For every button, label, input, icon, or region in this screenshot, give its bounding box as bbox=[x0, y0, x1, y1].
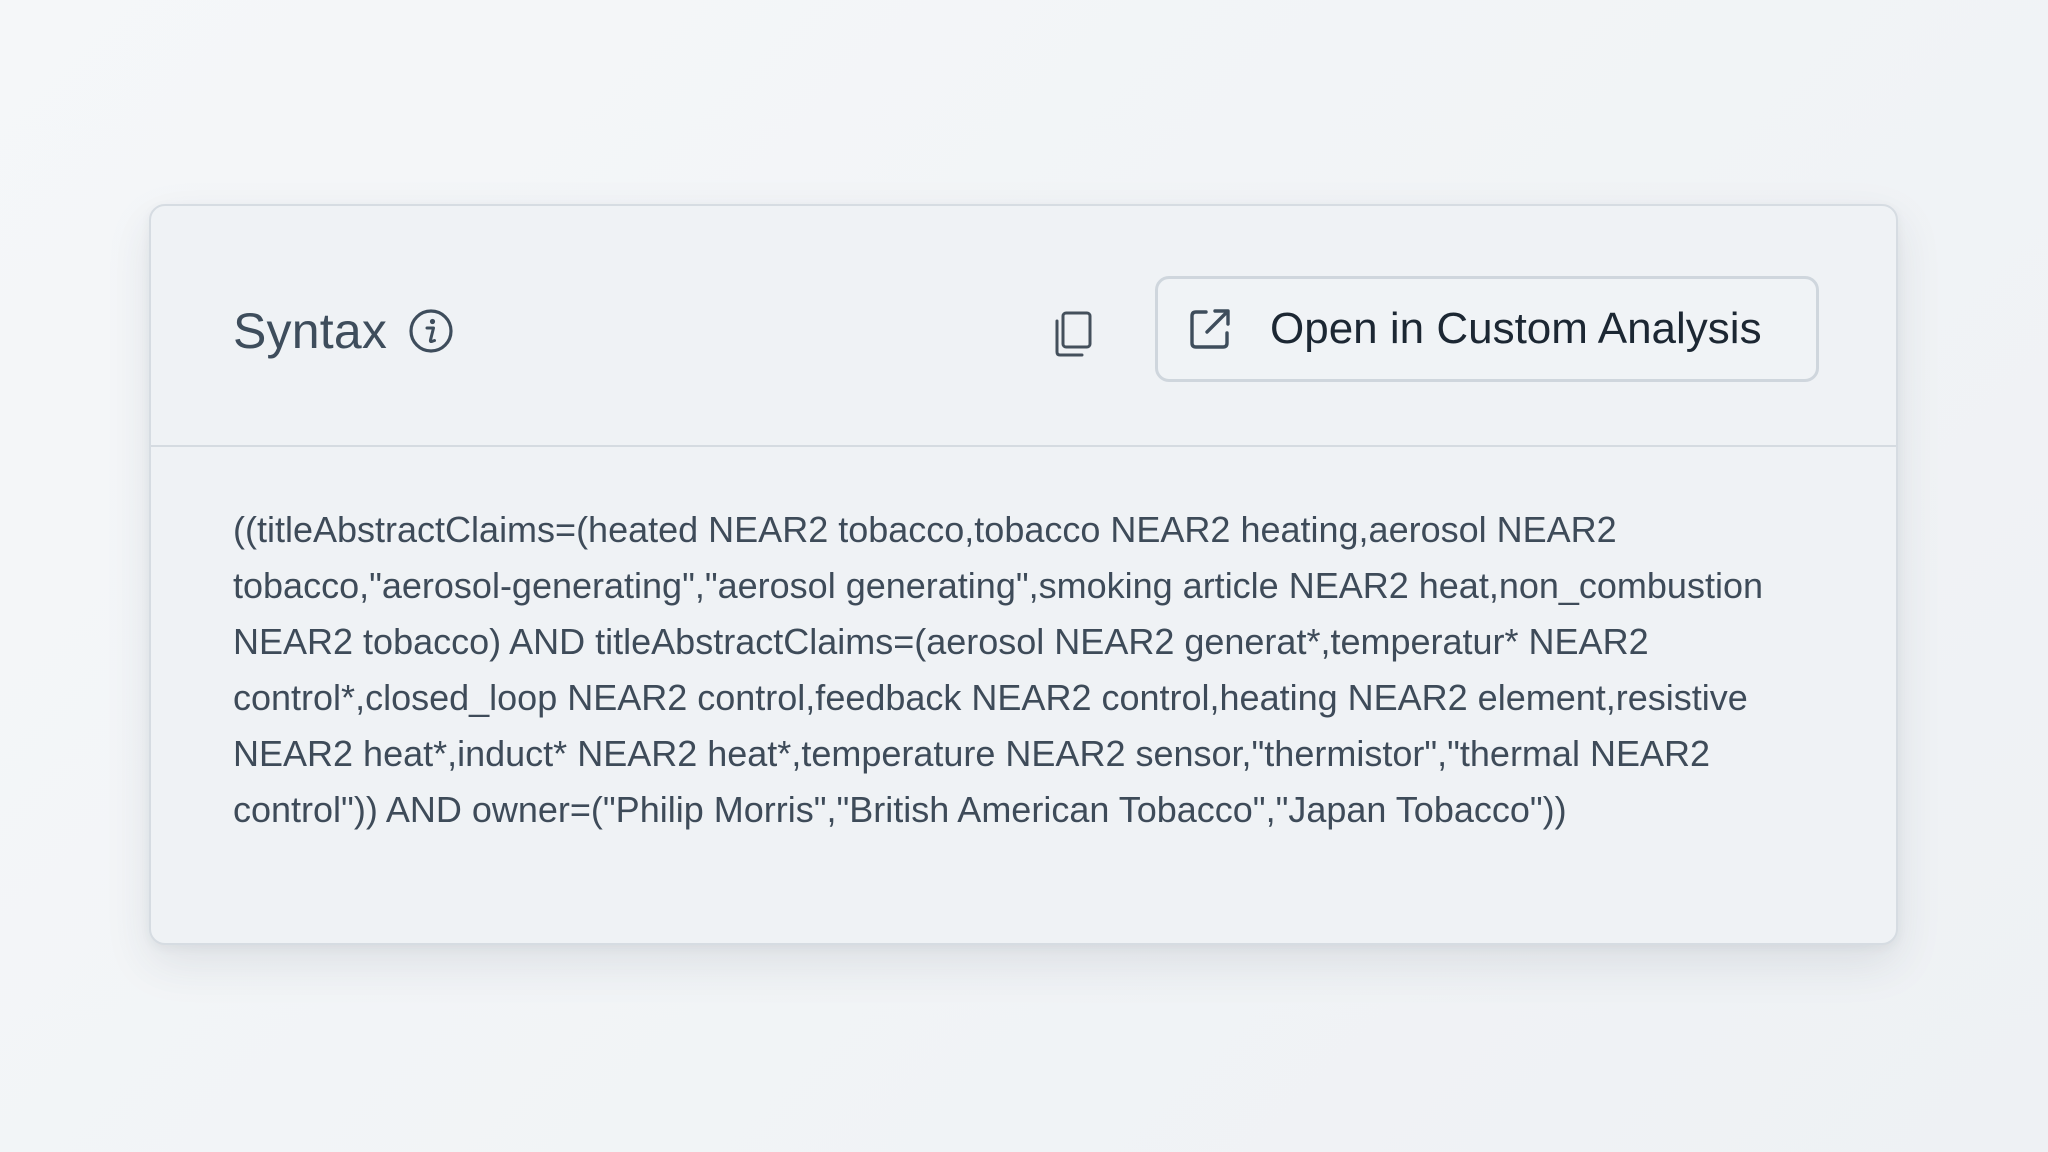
copy-button[interactable] bbox=[1045, 306, 1101, 362]
panel-title: Syntax bbox=[233, 303, 388, 359]
syntax-panel-header: Syntax Open in Custom Analysis bbox=[151, 206, 1896, 447]
external-link-icon bbox=[1190, 309, 1230, 349]
syntax-panel: Syntax Open in Custom Analysis ((titleAb… bbox=[149, 204, 1898, 945]
title-group: Syntax bbox=[233, 296, 454, 366]
open-in-custom-analysis-button[interactable]: Open in Custom Analysis bbox=[1155, 276, 1819, 382]
copy-icon bbox=[1055, 311, 1092, 357]
open-button-label: Open in Custom Analysis bbox=[1270, 304, 1762, 353]
info-icon[interactable] bbox=[408, 308, 454, 354]
syntax-query-text: ((titleAbstractClaims=(heated NEAR2 toba… bbox=[233, 509, 1763, 830]
